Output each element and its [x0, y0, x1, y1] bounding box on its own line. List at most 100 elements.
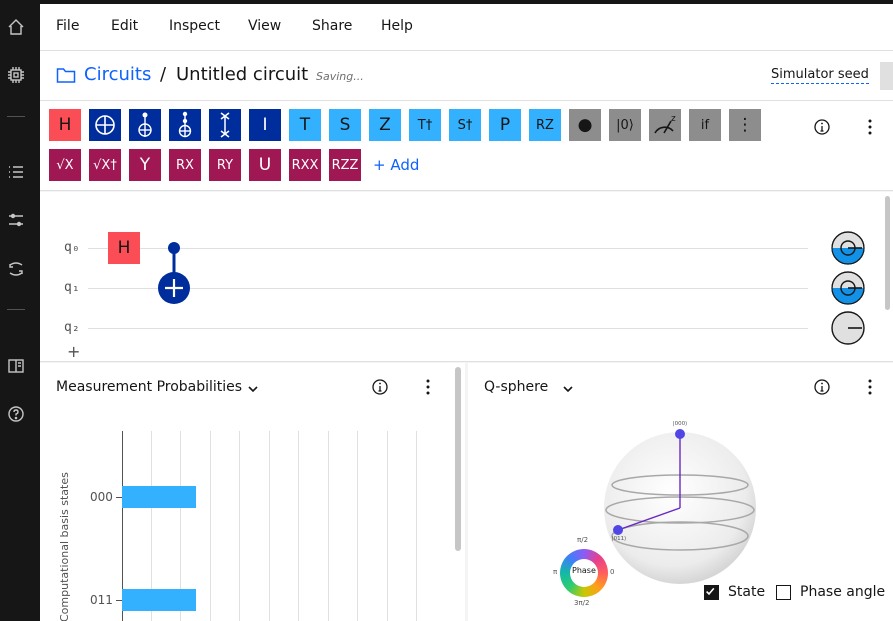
- qubit-wire-q1: [88, 288, 808, 289]
- ccc-x-icon: [178, 111, 192, 138]
- palette-gate-s[interactable]: S: [329, 109, 361, 141]
- panel-scrollbar[interactable]: [455, 367, 461, 551]
- phase-left-label: π: [553, 568, 558, 576]
- palette-gate-ccc-x[interactable]: [169, 109, 201, 141]
- state-checkbox-label[interactable]: State: [728, 584, 765, 600]
- placed-h-gate[interactable]: H: [108, 232, 140, 264]
- menu-view[interactable]: View: [248, 18, 281, 34]
- tick-mark-000: [116, 497, 122, 498]
- measure-icon: z: [654, 114, 676, 134]
- tick-label-000: 000: [90, 490, 113, 504]
- breadcrumb: Circuits / Untitled circuit Saving... Si…: [40, 51, 893, 101]
- menu-bar: File Edit Inspect View Share Help: [40, 4, 893, 51]
- app-root: File Edit Inspect View Share Help Circui…: [0, 0, 893, 621]
- palette-gate-0[interactable]: |0⟩: [609, 109, 641, 141]
- list-icon[interactable]: [6, 162, 26, 182]
- palette-gate-t[interactable]: T†: [409, 109, 441, 141]
- palette-gate-cnot[interactable]: [89, 109, 121, 141]
- palette-gate-rzz[interactable]: RZZ: [329, 149, 361, 181]
- simulator-seed-link[interactable]: Simulator seed: [771, 67, 869, 84]
- palette-gate-swap[interactable]: [209, 109, 241, 141]
- palette-gate-p[interactable]: P: [489, 109, 521, 141]
- menu-file[interactable]: File: [56, 18, 79, 34]
- palette-gate-toffoli[interactable]: [129, 109, 161, 141]
- palette-gate-gate[interactable]: ●: [569, 109, 601, 141]
- state-label-011: |011⟩: [612, 535, 627, 542]
- phase-angle-checkbox[interactable]: [776, 585, 791, 600]
- chevron-down-icon[interactable]: [561, 381, 575, 395]
- phase-angle-checkbox-label[interactable]: Phase angle: [800, 584, 885, 600]
- overflow-menu-icon[interactable]: [860, 117, 880, 137]
- info-icon[interactable]: [812, 377, 832, 397]
- folder-icon: [56, 66, 76, 84]
- palette-gate-y[interactable]: Y: [129, 149, 161, 181]
- qubit-wire-q0: [88, 248, 808, 249]
- prob-bar-000[interactable]: [122, 486, 196, 508]
- chevron-down-icon[interactable]: [246, 381, 260, 395]
- phase-right-label: 0: [610, 568, 615, 576]
- menu-edit[interactable]: Edit: [111, 18, 138, 34]
- qubit-label-q1[interactable]: q₁: [64, 280, 80, 295]
- qsphere-title: Q-sphere: [484, 379, 549, 395]
- gate-palette: H I T S Z T† S† P RZ ● |0⟩ z if ⋮ √X √X† Y RX RY U RXX RZZ +…: [40, 101, 893, 191]
- qubit-label-q0[interactable]: q₀: [64, 240, 80, 255]
- cnot-icon: [95, 115, 115, 135]
- qubit-state-icon-q2: [831, 311, 865, 345]
- prob-bar-011[interactable]: [122, 589, 196, 611]
- transpile-icon[interactable]: [6, 259, 26, 279]
- palette-gate-x[interactable]: √X: [49, 149, 81, 181]
- menu-inspect[interactable]: Inspect: [169, 18, 220, 34]
- seed-input-stub[interactable]: [880, 62, 893, 90]
- palette-gate-if[interactable]: if: [689, 109, 721, 141]
- probabilities-title: Measurement Probabilities: [56, 379, 243, 395]
- info-icon[interactable]: [370, 377, 390, 397]
- circuit-settings-icon[interactable]: [6, 210, 26, 230]
- add-gate-link[interactable]: + Add: [373, 156, 419, 174]
- palette-gate-gate[interactable]: ⋮: [729, 109, 761, 141]
- palette-gate-h[interactable]: H: [49, 109, 81, 141]
- palette-gate-i[interactable]: I: [249, 109, 281, 141]
- tick-mark-011: [116, 600, 122, 601]
- palette-gate-ry[interactable]: RY: [209, 149, 241, 181]
- qubit-state-icon-q0: [831, 231, 865, 265]
- breadcrumb-circuits-link[interactable]: Circuits: [84, 64, 151, 85]
- menu-help[interactable]: Help: [381, 18, 413, 34]
- swap-icon: [220, 112, 230, 138]
- state-label-000: |000⟩: [673, 420, 688, 427]
- palette-gate-x-dg[interactable]: √X†: [89, 149, 121, 181]
- svg-text:z: z: [671, 114, 676, 124]
- qubit-state-icon-q1: [831, 271, 865, 305]
- palette-gate-rxx[interactable]: RXX: [289, 149, 321, 181]
- chip-icon[interactable]: [6, 65, 26, 85]
- breadcrumb-separator: /: [160, 64, 167, 85]
- palette-gate-rx[interactable]: RX: [169, 149, 201, 181]
- state-checkbox[interactable]: [704, 585, 719, 600]
- placed-cnot-gate[interactable]: [156, 238, 192, 304]
- palette-gate-rz[interactable]: RZ: [529, 109, 561, 141]
- side-panel-icon[interactable]: [6, 356, 26, 376]
- qubit-wire-q2: [88, 328, 808, 329]
- overflow-menu-icon[interactable]: [418, 377, 438, 397]
- palette-gate-s[interactable]: S†: [449, 109, 481, 141]
- circuit-title[interactable]: Untitled circuit: [176, 64, 308, 85]
- tick-label-011: 011: [90, 593, 113, 607]
- left-rail: [0, 0, 40, 621]
- menu-share[interactable]: Share: [312, 18, 352, 34]
- saving-status: Saving...: [316, 70, 364, 83]
- phase-center-label: Phase: [572, 566, 596, 575]
- qsphere-visual[interactable]: |000⟩ |011⟩: [598, 418, 758, 588]
- palette-gate-z[interactable]: Z: [369, 109, 401, 141]
- info-icon[interactable]: [812, 117, 832, 137]
- add-qubit-button[interactable]: +: [67, 342, 80, 361]
- overflow-menu-icon[interactable]: [860, 377, 880, 397]
- qubit-label-q2[interactable]: q₂: [64, 320, 80, 335]
- phase-top-label: π/2: [577, 536, 589, 544]
- help-icon[interactable]: [6, 404, 26, 424]
- composer-scrollbar[interactable]: [885, 196, 890, 310]
- circuit-composer[interactable]: q₀ q₁ q₂ H +: [40, 192, 893, 362]
- home-icon[interactable]: [6, 17, 26, 37]
- palette-gate-t[interactable]: T: [289, 109, 321, 141]
- palette-gate-measure[interactable]: z: [649, 109, 681, 141]
- palette-gate-u[interactable]: U: [249, 149, 281, 181]
- y-axis-label: Computational basis states: [58, 472, 71, 621]
